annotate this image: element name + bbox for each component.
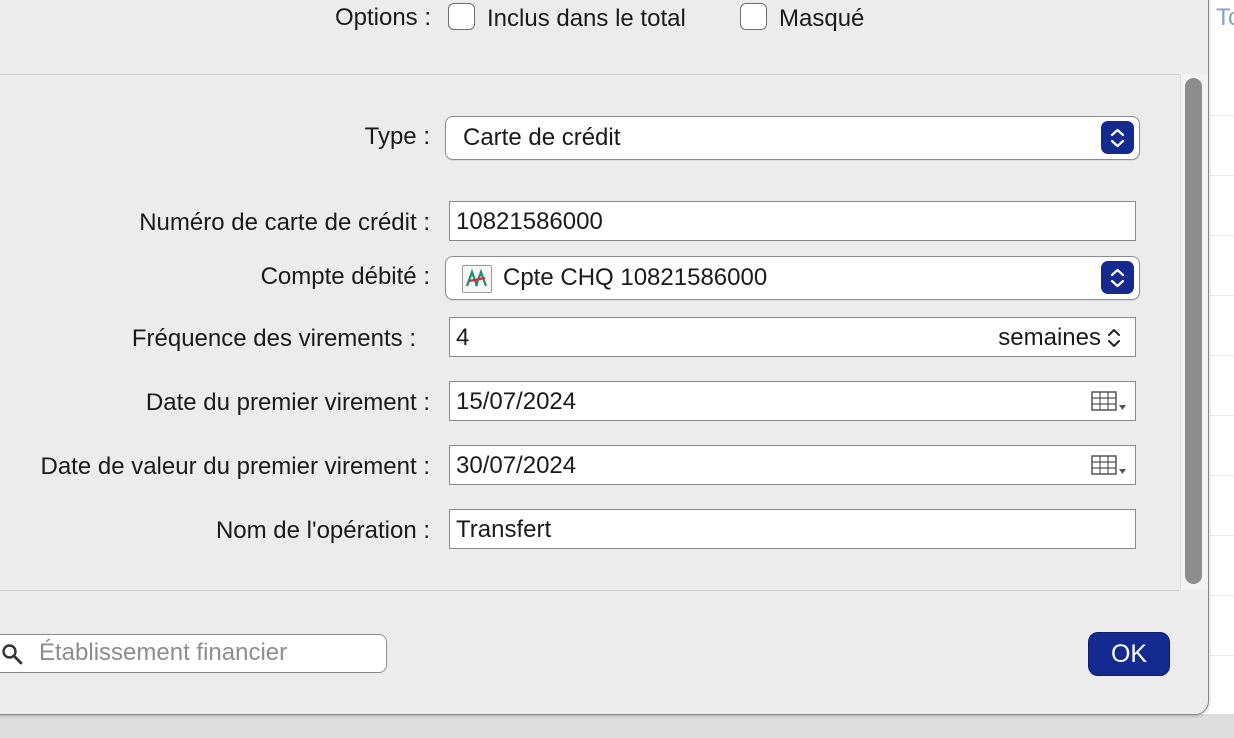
frequency-label: Fréquence des virements : — [131, 325, 416, 352]
type-popup[interactable]: Carte de crédit — [445, 116, 1140, 160]
operation-name-value: Transfert — [456, 516, 552, 543]
operation-name-input[interactable]: Transfert — [449, 509, 1136, 549]
operation-name-label: Nom de l'opération : — [215, 517, 430, 544]
type-value: Carte de crédit — [463, 124, 621, 151]
frequency-unit-select[interactable]: semaines — [998, 324, 1101, 352]
chevron-updown-icon[interactable] — [1107, 327, 1121, 354]
bank-logo-icon — [462, 265, 492, 293]
card-number-value: 10821586000 — [456, 208, 603, 235]
debited-account-value: Cpte CHQ 10821586000 — [503, 264, 768, 291]
first-value-date-label: Date de valeur du premier virement : — [40, 453, 430, 480]
included-in-total-label[interactable]: Inclus dans le total — [487, 5, 686, 33]
financial-institution-search[interactable] — [0, 634, 387, 673]
background-partial-text: To — [1216, 4, 1234, 31]
calendar-icon[interactable] — [1091, 391, 1127, 418]
hidden-checkbox[interactable] — [740, 3, 767, 30]
debited-account-label: Compte débité : — [260, 263, 430, 290]
ok-button[interactable]: OK — [1088, 632, 1170, 676]
first-transfer-date-value: 15/07/2024 — [456, 388, 577, 415]
first-value-date-input[interactable]: 30/07/2024 — [449, 445, 1136, 485]
search-input[interactable] — [39, 639, 369, 667]
hidden-label[interactable]: Masqué — [779, 5, 864, 33]
account-sheet — [0, 0, 1209, 715]
debited-account-popup[interactable]: Cpte CHQ 10821586000 — [445, 256, 1140, 300]
first-value-date-value: 30/07/2024 — [456, 452, 577, 479]
top-divider — [0, 74, 1180, 75]
bottom-divider — [0, 590, 1180, 591]
included-in-total-checkbox[interactable] — [448, 3, 475, 30]
options-label: Options : — [334, 4, 431, 31]
card-number-label: Numéro de carte de crédit : — [139, 209, 430, 236]
debited-account-popup-arrows-icon — [1101, 261, 1134, 294]
calendar-icon[interactable] — [1091, 455, 1127, 482]
first-transfer-date-label: Date du premier virement : — [145, 389, 430, 416]
scrollbar-thumb[interactable] — [1185, 78, 1202, 584]
type-popup-arrows-icon — [1101, 121, 1134, 154]
type-label: Type : — [364, 123, 430, 150]
first-transfer-date-input[interactable]: 15/07/2024 — [449, 381, 1136, 421]
card-number-input[interactable]: 10821586000 — [449, 201, 1136, 241]
search-icon — [1, 643, 23, 670]
frequency-input[interactable]: 4 semaines — [449, 317, 1136, 357]
frequency-value: 4 — [456, 324, 470, 351]
background-bottom — [0, 714, 1234, 738]
